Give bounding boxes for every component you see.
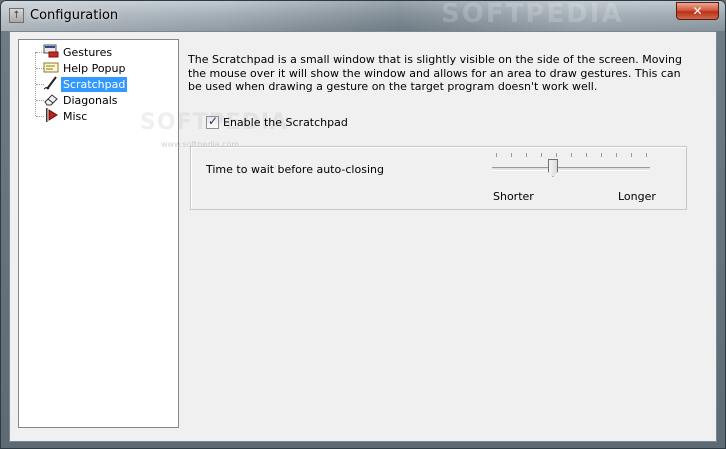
enable-scratchpad-checkbox[interactable]: ✓ [206,114,219,129]
sidebar-item-misc[interactable]: Misc [61,109,89,124]
slider-tick [571,153,572,157]
slider-max-label: Longer [618,190,656,203]
help-popup-icon [43,60,59,74]
sidebar-item-help-popup[interactable]: Help Popup [61,61,127,76]
sidebar-item-gestures[interactable]: Gestures [61,45,114,60]
slider-tick [616,153,617,157]
misc-icon [43,108,59,122]
slider-tick [511,153,512,157]
slider-tick [496,153,497,157]
slider-tick [631,153,632,157]
slider-min-label: Shorter [493,190,534,203]
slider-tick [601,153,602,157]
gestures-icon [43,44,59,58]
auto-close-label: Time to wait before auto-closing [206,163,384,176]
enable-scratchpad-label[interactable]: Enable the Scratchpad [223,116,348,129]
configuration-window: ↑ Configuration SOFTPEDIA ✕ Gestures Hel… [0,0,726,449]
slider-tick [526,153,527,157]
close-icon: ✕ [692,4,703,18]
slider-tick [646,153,647,157]
check-icon: ✓ [208,114,219,128]
window-title: Configuration [30,8,119,23]
client-area: Gestures Help Popup Scratchpad Diagonals… [9,31,717,442]
close-button[interactable]: ✕ [676,2,719,20]
sidebar-item-scratchpad[interactable]: Scratchpad [61,77,128,92]
slider-tick [556,153,557,157]
eraser-icon [43,92,59,106]
title-bar[interactable]: ↑ Configuration SOFTPEDIA ✕ [1,1,725,31]
pencil-icon [43,76,59,90]
watermark-top: SOFTPEDIA [441,0,624,29]
category-tree[interactable]: Gestures Help Popup Scratchpad Diagonals… [18,39,179,428]
arrow-up-icon[interactable]: ↑ [9,8,24,23]
auto-close-slider-track[interactable] [492,167,650,171]
auto-close-slider-thumb[interactable] [548,159,558,177]
enable-scratchpad-checkbox-row[interactable]: ✓ Enable the Scratchpad [206,114,348,129]
auto-close-group: Time to wait before auto-closing Shorter… [190,146,687,210]
scratchpad-description: The Scratchpad is a small window that is… [188,53,683,93]
sidebar-item-diagonals[interactable]: Diagonals [61,93,119,108]
slider-tick [541,153,542,157]
slider-tick [586,153,587,157]
